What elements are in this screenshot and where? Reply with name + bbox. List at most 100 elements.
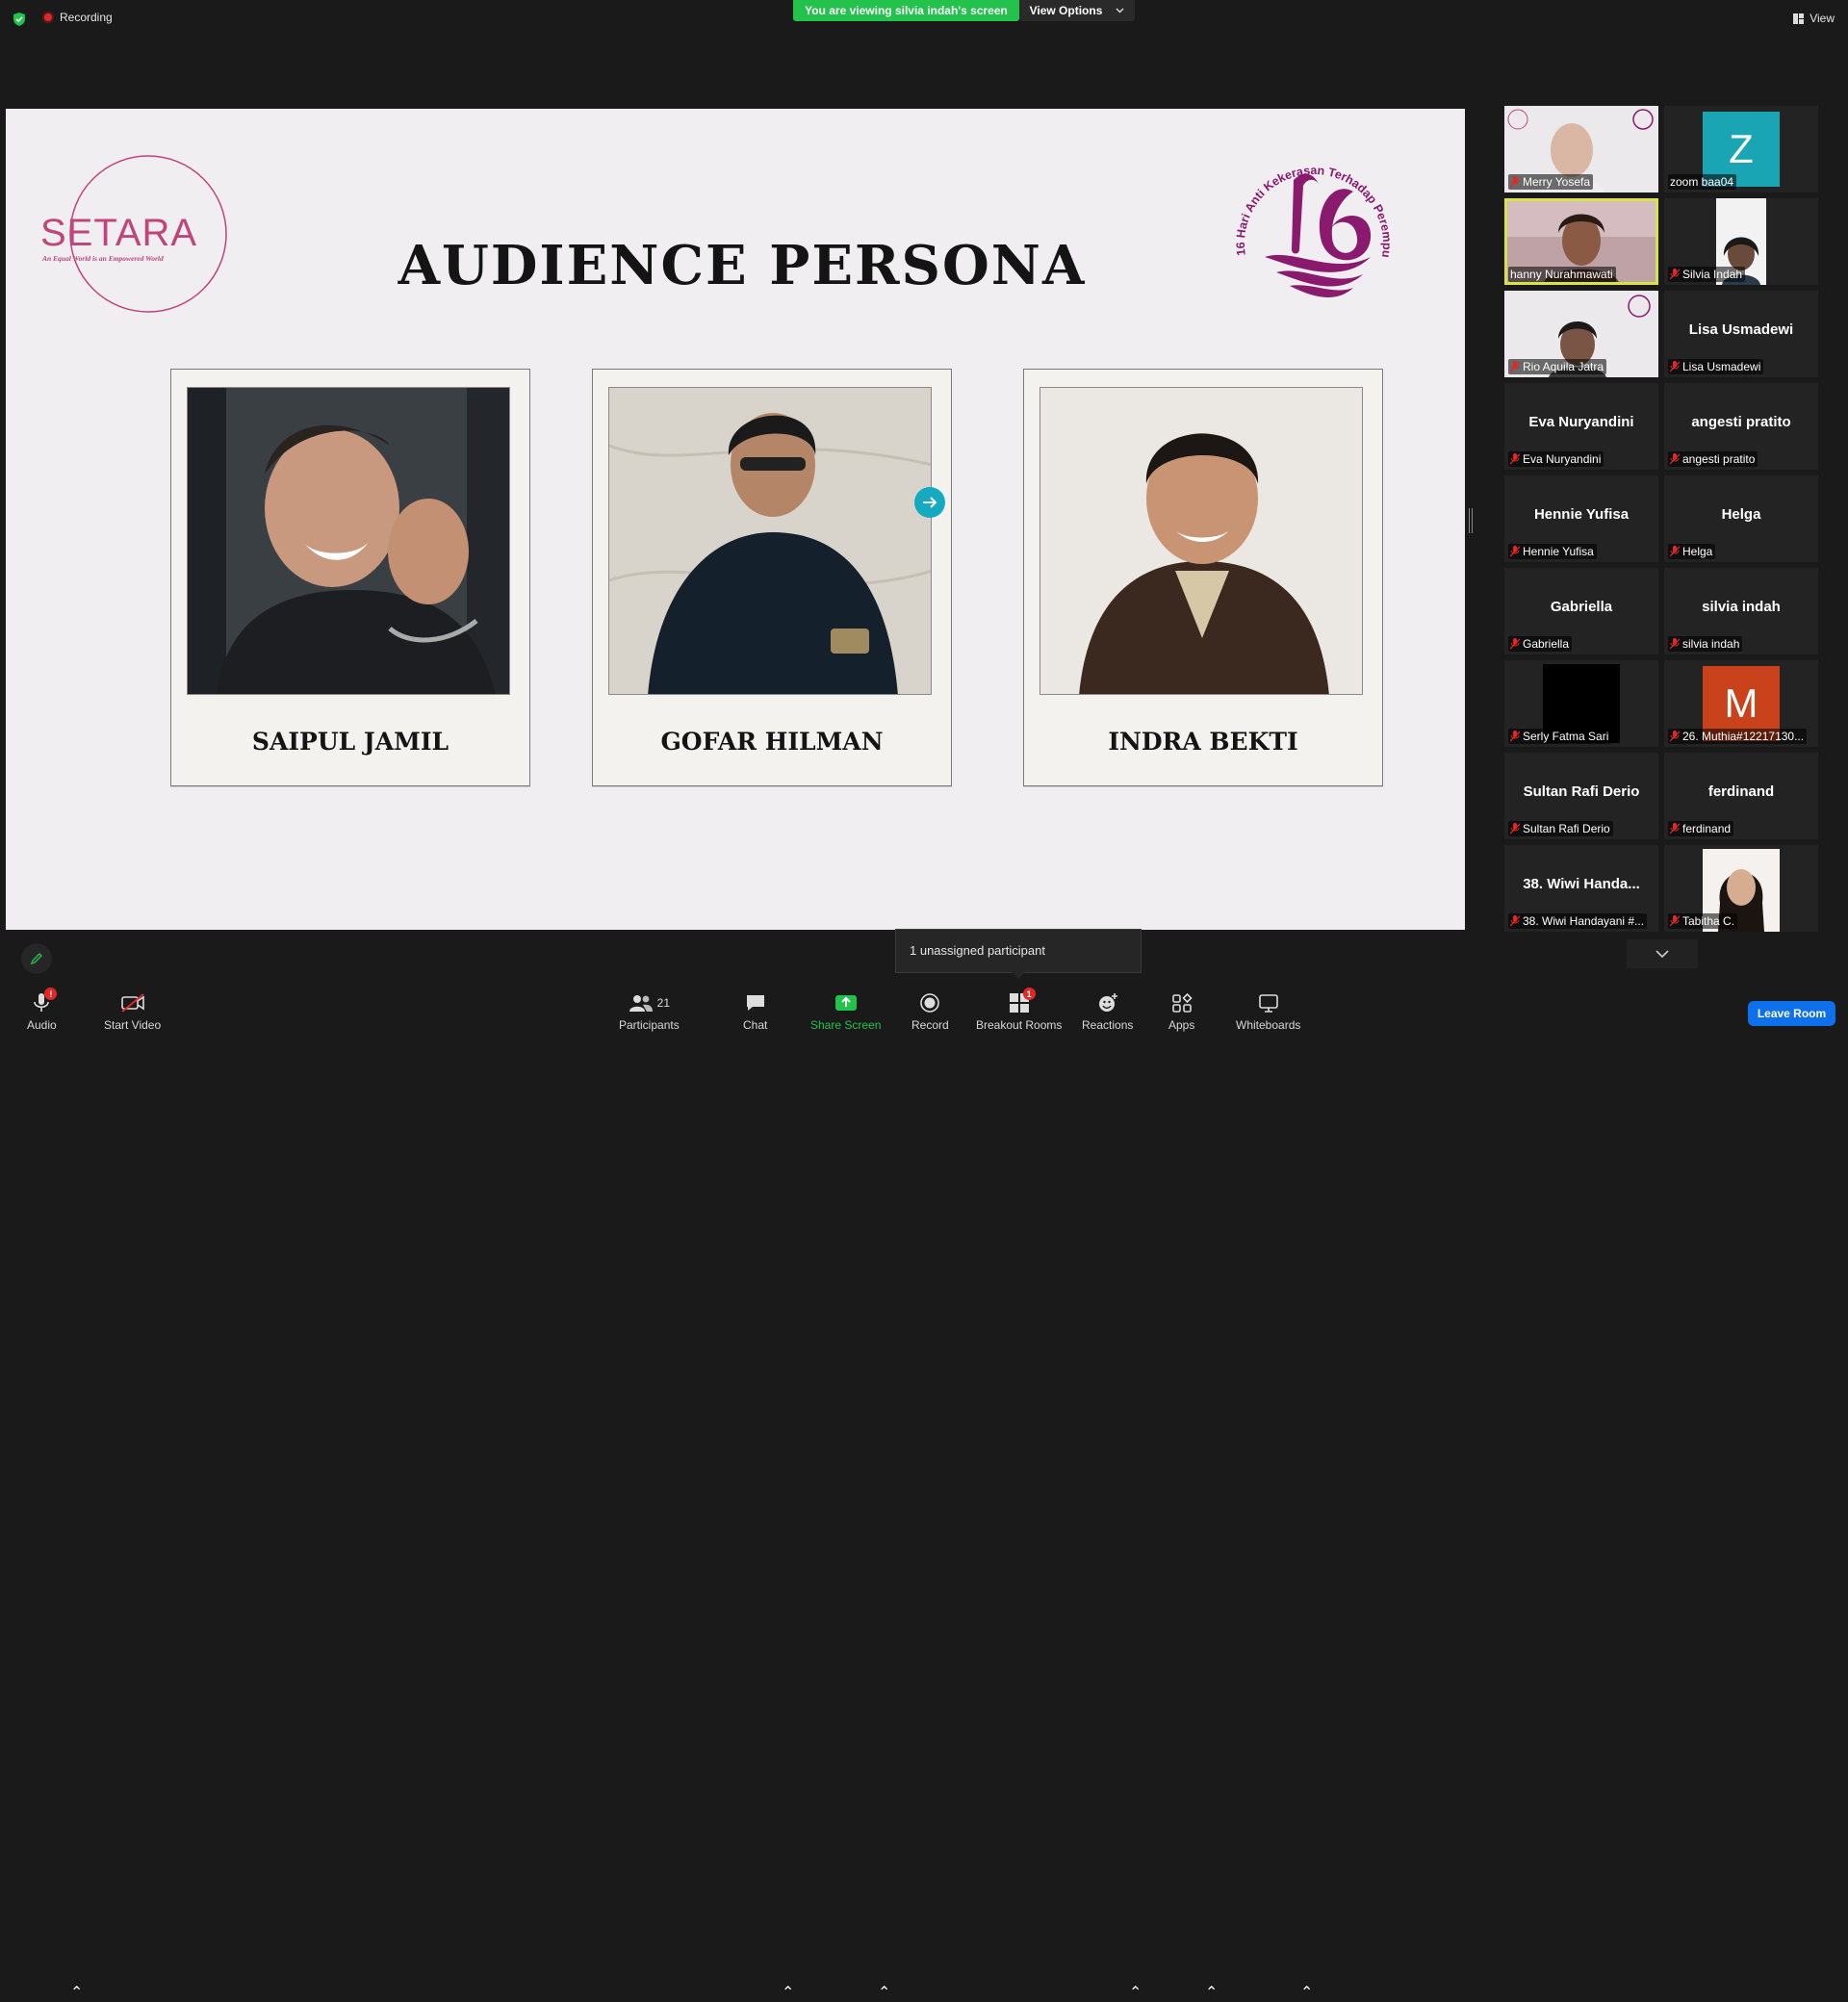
participant-tile[interactable]: Helga Helga — [1664, 475, 1818, 562]
participant-display-name: Lisa Usmadewi — [1688, 321, 1794, 338]
next-slide-arrow-button[interactable] — [914, 487, 945, 518]
persona-name: GOFAR HILMAN — [660, 728, 884, 756]
whiteboards-button[interactable]: Whiteboards — [1236, 991, 1300, 1032]
participant-tile[interactable]: 38. Wiwi Handa... 38. Wiwi Handayani #..… — [1504, 845, 1658, 932]
view-layout-button[interactable]: View — [1793, 12, 1835, 25]
mic-muted-icon — [1670, 638, 1680, 650]
breakout-badge: 1 — [1022, 988, 1036, 1000]
audio-label: Audio — [27, 1018, 57, 1032]
chevron-down-icon — [1116, 8, 1124, 13]
mic-muted-icon — [1670, 269, 1680, 280]
record-button[interactable]: Record — [911, 991, 949, 1032]
persona-card: SAIPUL JAMIL — [170, 369, 530, 786]
chat-label: Chat — [743, 1018, 768, 1032]
participant-display-name: silvia indah — [1702, 599, 1781, 615]
gallery-scroll-down-button[interactable] — [1627, 939, 1698, 968]
participant-display-name: Eva Nuryandini — [1528, 414, 1634, 430]
mic-muted-icon — [1670, 361, 1680, 372]
reactions-button[interactable]: Reactions — [1082, 991, 1133, 1032]
apps-icon — [1171, 992, 1193, 1013]
annotate-pencil-button[interactable] — [21, 943, 52, 974]
persona-name: SAIPUL JAMIL — [251, 728, 449, 756]
top-bar: Recording You are viewing silvia indah's… — [0, 0, 1848, 38]
recording-indicator[interactable]: Recording — [42, 11, 113, 24]
record-icon — [920, 993, 940, 1013]
participant-tile[interactable]: Eva Nuryandini Eva Nuryandini — [1504, 383, 1658, 470]
participant-name-label: Tabitha C. — [1668, 913, 1738, 929]
breakout-rooms-button[interactable]: 1 Breakout Rooms — [976, 988, 1063, 1032]
participant-tile[interactable]: Hennie Yufisa Hennie Yufisa — [1504, 475, 1658, 562]
participants-button[interactable]: 21 Participants — [619, 991, 680, 1032]
whiteboards-options-caret[interactable]: ⌃ — [1300, 1983, 1313, 2002]
audio-button[interactable]: ! Audio — [27, 988, 58, 1032]
participants-count: 21 — [656, 996, 671, 1010]
participant-name-label: angesti pratito — [1668, 451, 1758, 467]
start-video-button[interactable]: Start Video — [104, 991, 161, 1032]
breakout-rooms-label: Breakout Rooms — [976, 1018, 1063, 1032]
mic-muted-icon — [1510, 176, 1520, 188]
participants-icon — [629, 995, 653, 1012]
participant-tile[interactable]: Rio Aquila Jatra — [1504, 291, 1658, 377]
participant-display-name: 38. Wiwi Handa... — [1523, 876, 1640, 892]
mic-muted-icon — [1510, 731, 1520, 742]
participant-name-label: Lisa Usmadewi — [1668, 359, 1764, 374]
persona-card: GOFAR HILMAN — [592, 369, 952, 786]
persona-card: INDRA BEKTI — [1023, 369, 1383, 786]
audio-options-caret[interactable]: ⌃ — [70, 1983, 83, 2002]
participant-tile[interactable]: Serly Fatma Sari — [1504, 660, 1658, 747]
participant-name-label: hanny Nurahmawati — [1508, 267, 1616, 282]
apps-label: Apps — [1168, 1018, 1195, 1032]
mic-muted-icon — [1670, 915, 1680, 927]
recording-dot-icon — [42, 12, 54, 23]
participant-name-label: Sultan Rafi Derio — [1508, 821, 1613, 836]
participant-tile[interactable]: Merry Yosefa — [1504, 106, 1658, 192]
mic-muted-icon — [1510, 546, 1520, 557]
reactions-options-caret[interactable]: ⌃ — [1129, 1983, 1142, 2002]
start-video-label: Start Video — [104, 1018, 162, 1032]
apps-options-caret[interactable]: ⌃ — [1205, 1983, 1218, 2002]
participant-tile-active-speaker[interactable]: hanny Nurahmawati — [1504, 198, 1658, 285]
participant-tile[interactable]: Silvia Indah — [1664, 198, 1818, 285]
persona-name: INDRA BEKTI — [1108, 728, 1298, 756]
participant-name-label: 26. Muthia#12217130... — [1668, 729, 1808, 744]
participant-tile[interactable]: Z zoom baa04 — [1664, 106, 1818, 192]
participant-name-label: Helga — [1668, 544, 1716, 559]
participants-label: Participants — [619, 1018, 680, 1032]
security-shield-icon[interactable] — [12, 12, 27, 27]
participant-display-name: Gabriella — [1550, 599, 1613, 615]
share-screen-label: Share Screen — [810, 1018, 882, 1032]
participant-tile[interactable]: Lisa Usmadewi Lisa Usmadewi — [1664, 291, 1818, 377]
participant-name-label: Gabriella — [1508, 636, 1573, 652]
participant-name-label: Eva Nuryandini — [1508, 451, 1604, 467]
chat-options-caret[interactable]: ⌃ — [782, 1983, 794, 2002]
share-screen-button[interactable]: Share Screen — [810, 991, 881, 1032]
chat-button[interactable]: Chat — [743, 991, 767, 1032]
view-options-label: View Options — [1029, 4, 1103, 17]
unassigned-participant-tooltip: 1 unassigned participant — [895, 929, 1142, 979]
grid-view-icon — [1793, 13, 1805, 24]
audio-alert-badge: ! — [44, 988, 58, 1000]
view-options-button[interactable]: View Options — [1019, 0, 1135, 21]
participant-tile[interactable]: ferdinand ferdinand — [1664, 753, 1818, 839]
participant-tile[interactable]: Tabitha C. — [1664, 845, 1818, 932]
panel-resize-handle[interactable] — [1469, 508, 1473, 533]
participant-name-label: Serly Fatma Sari — [1508, 729, 1612, 744]
pencil-icon — [30, 953, 42, 965]
arrow-right-icon — [923, 497, 937, 508]
participant-name-label: Rio Aquila Jatra — [1508, 359, 1607, 374]
participant-display-name: ferdinand — [1707, 783, 1775, 800]
whiteboards-label: Whiteboards — [1236, 1018, 1301, 1032]
participant-name-label: Hennie Yufisa — [1508, 544, 1597, 559]
apps-button[interactable]: Apps — [1168, 991, 1194, 1032]
mic-muted-icon — [1510, 453, 1520, 465]
meeting-toolbar: ! Audio ⌃ Start Video 21 Participants Ch… — [0, 982, 1848, 2001]
participant-tile[interactable]: Gabriella Gabriella — [1504, 568, 1658, 654]
participant-tile[interactable]: silvia indah silvia indah — [1664, 568, 1818, 654]
mic-muted-icon — [1510, 915, 1520, 927]
participant-tile[interactable]: Sultan Rafi Derio Sultan Rafi Derio — [1504, 753, 1658, 839]
participant-tile[interactable]: angesti pratito angesti pratito — [1664, 383, 1818, 470]
participant-name-label: silvia indah — [1668, 636, 1743, 652]
leave-room-button[interactable]: Leave Room — [1748, 1001, 1835, 1026]
participant-tile[interactable]: M 26. Muthia#12217130... — [1664, 660, 1818, 747]
share-options-caret[interactable]: ⌃ — [878, 1983, 890, 2002]
